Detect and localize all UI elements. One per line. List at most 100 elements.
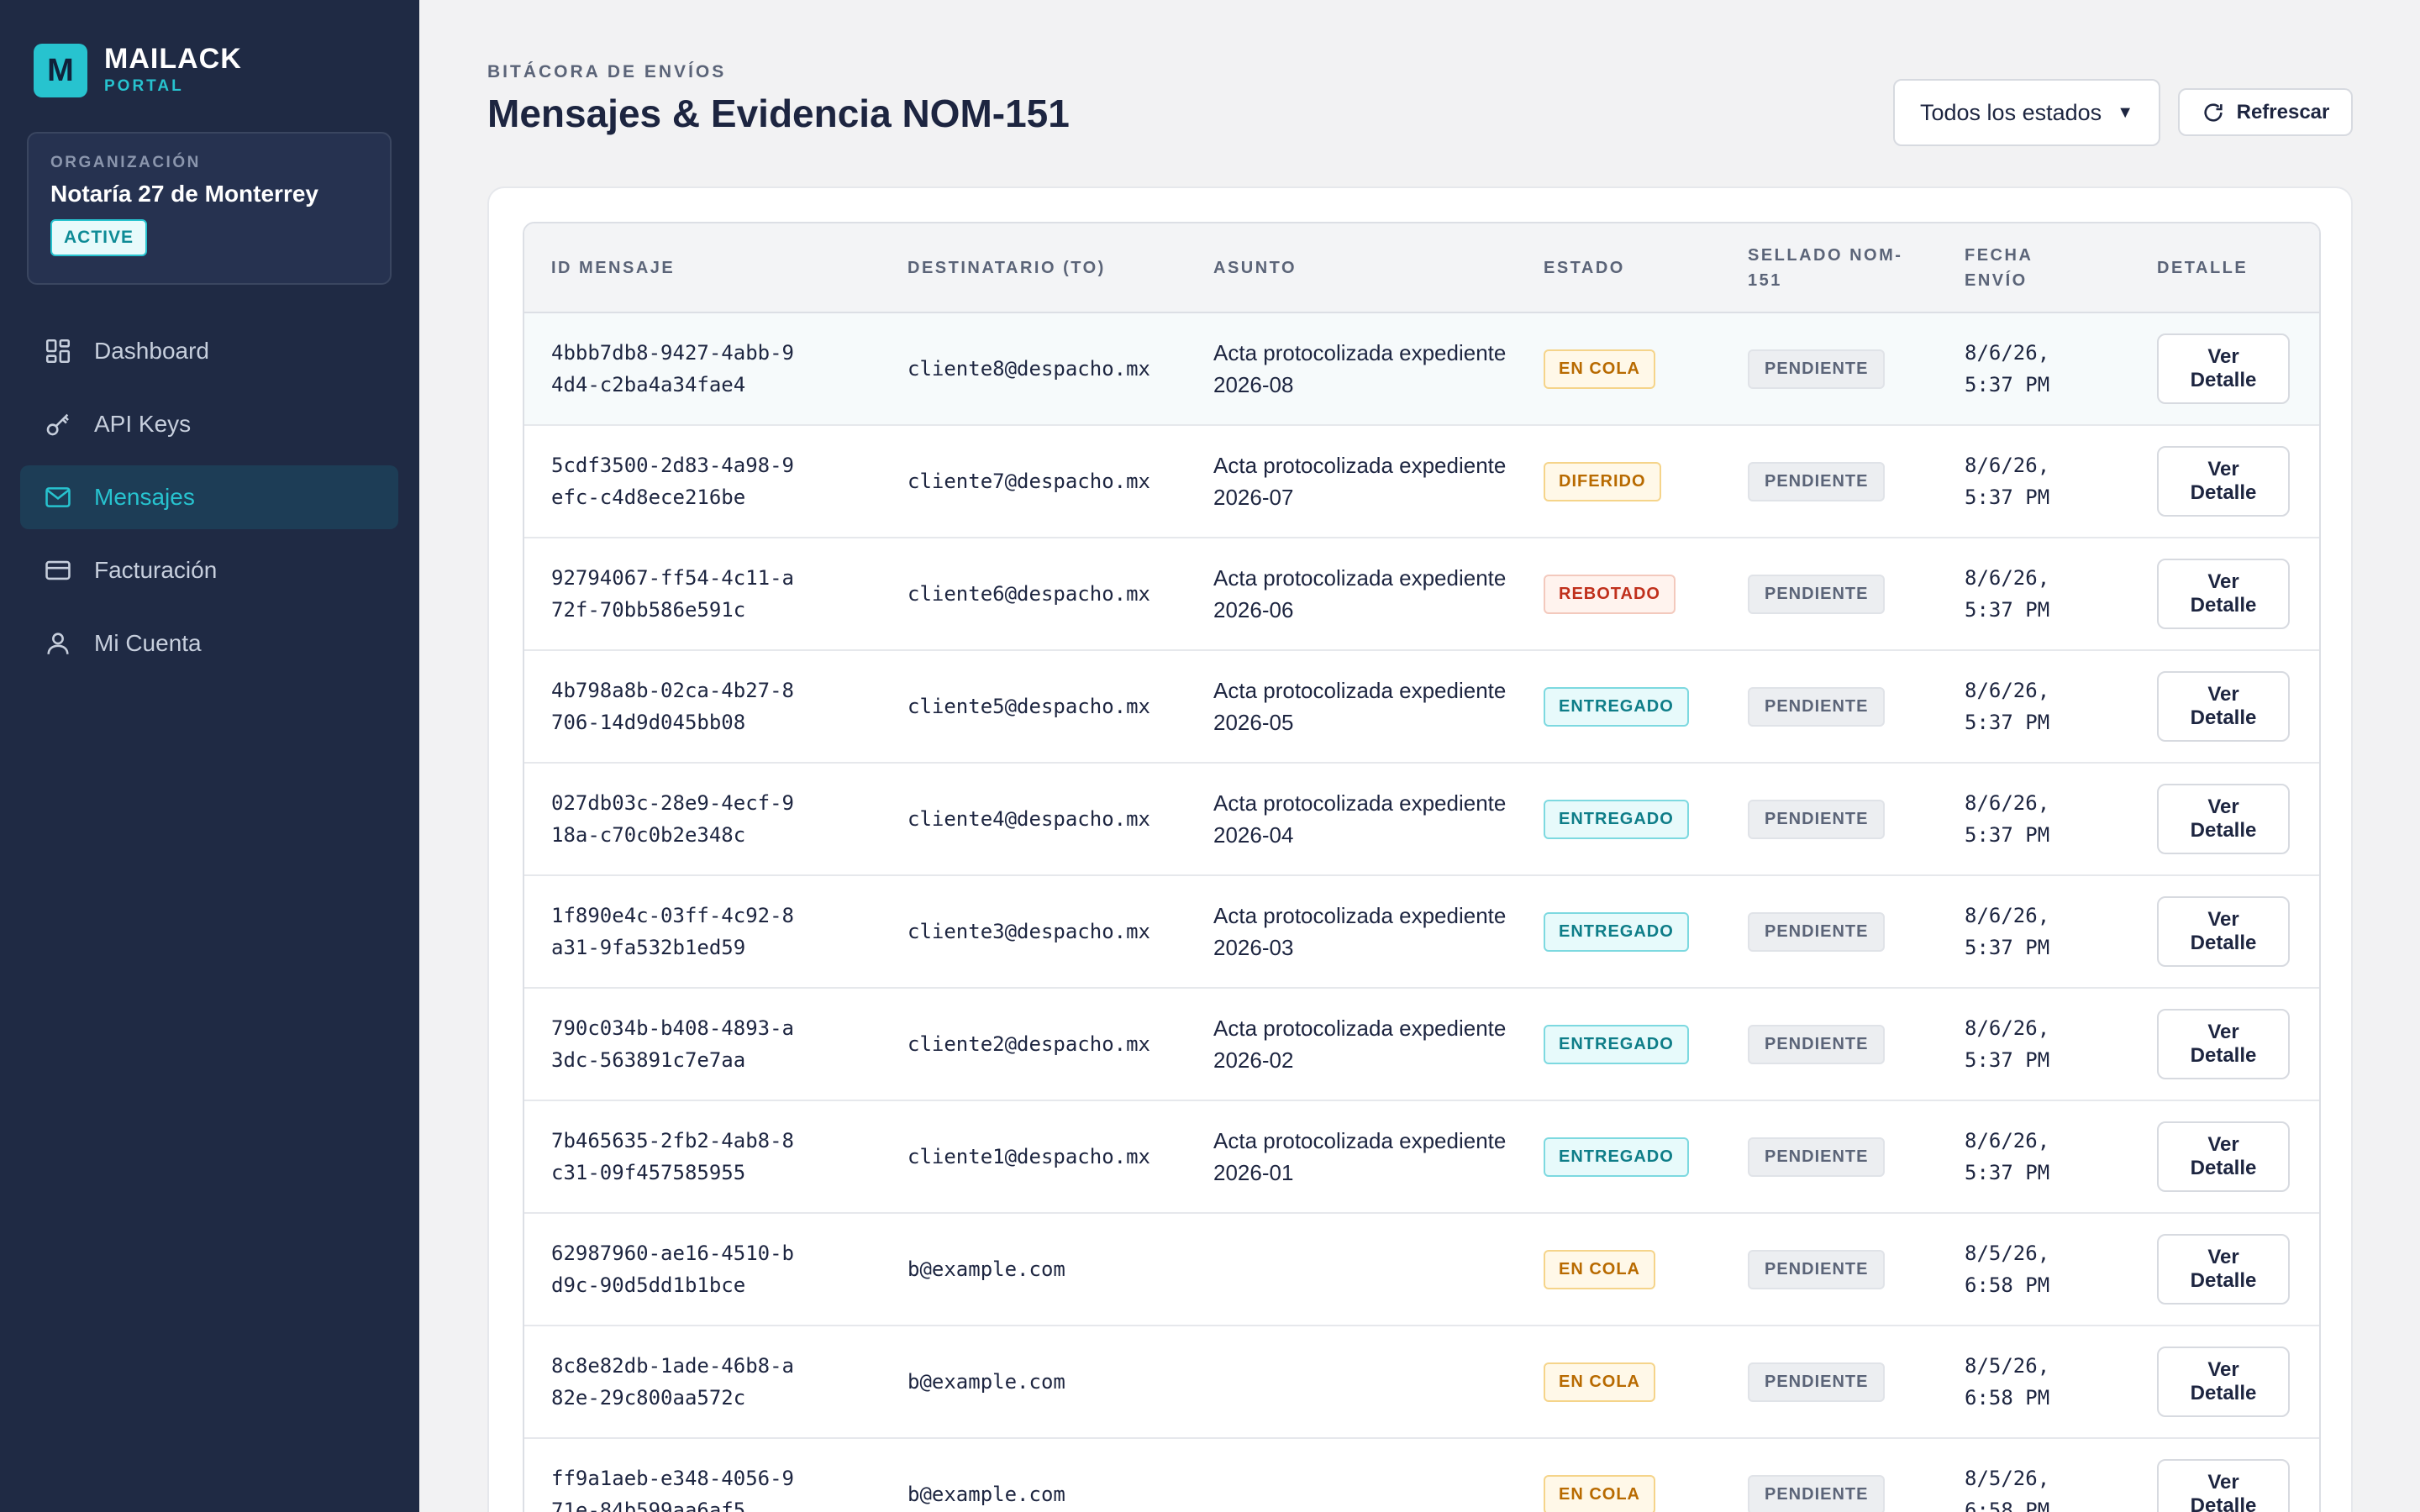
sent-date: 8/6/26, 5:37 PM xyxy=(1965,1016,2050,1072)
sealed-cell: PENDIENTE xyxy=(1721,650,1938,763)
organization-status-badge: ACTIVE xyxy=(50,219,148,256)
sidebar-item-mensajes[interactable]: Mensajes xyxy=(20,465,398,529)
subject-cell: Acta protocolizada expediente 2026-03 xyxy=(1213,903,1507,960)
detail-cell: Ver Detalle xyxy=(2130,1326,2319,1438)
subject-cell xyxy=(1186,1213,1517,1326)
view-detail-button[interactable]: Ver Detalle xyxy=(2157,784,2290,854)
sealed-cell: PENDIENTE xyxy=(1721,988,1938,1100)
subject-cell: Acta protocolizada expediente 2026-06 xyxy=(1213,565,1507,622)
status-cell: EN COLA xyxy=(1517,1438,1721,1512)
status-badge: EN COLA xyxy=(1544,1362,1655,1402)
view-detail-label: Ver Detalle xyxy=(2190,1021,2257,1067)
sealed-cell: PENDIENTE xyxy=(1721,538,1938,650)
view-detail-button[interactable]: Ver Detalle xyxy=(2157,446,2290,517)
date-cell: 8/6/26, 5:37 PM xyxy=(1938,763,2130,875)
message-id: 1f890e4c-03ff-4c92-8a31-9fa532b1ed59 xyxy=(551,904,794,959)
date-cell: 8/6/26, 5:37 PM xyxy=(1938,988,2130,1100)
sealed-badge: PENDIENTE xyxy=(1748,686,1886,727)
detail-cell: Ver Detalle xyxy=(2130,1213,2319,1326)
message-id-cell: 8c8e82db-1ade-46b8-a82e-29c800aa572c xyxy=(524,1326,881,1438)
detail-cell: Ver Detalle xyxy=(2130,425,2319,538)
status-cell: DIFERIDO xyxy=(1517,425,1721,538)
view-detail-label: Ver Detalle xyxy=(2190,458,2257,504)
status-badge: ENTREGADO xyxy=(1544,911,1689,952)
subject-cell xyxy=(1186,1438,1517,1512)
message-id-cell: 62987960-ae16-4510-bd9c-90d5dd1b1bce xyxy=(524,1213,881,1326)
recipient-cell: b@example.com xyxy=(908,1483,1065,1506)
subject-cell: Acta protocolizada expediente 2026-07 xyxy=(1213,453,1507,510)
sidebar-nav: Dashboard API Keys Mensajes Facturación … xyxy=(20,319,398,685)
brand-name: MAILACK xyxy=(104,43,242,75)
message-id: 027db03c-28e9-4ecf-918a-c70c0b2e348c xyxy=(551,791,794,847)
table-row: 790c034b-b408-4893-a3dc-563891c7e7aa clie… xyxy=(524,988,2319,1100)
detail-cell: Ver Detalle xyxy=(2130,538,2319,650)
view-detail-button[interactable]: Ver Detalle xyxy=(2157,896,2290,967)
sealed-cell: PENDIENTE xyxy=(1721,763,1938,875)
brand-subtitle: PORTAL xyxy=(104,77,184,95)
message-id-cell: 7b465635-2fb2-4ab8-8c31-09f457585955 xyxy=(524,1100,881,1213)
detail-cell: Ver Detalle xyxy=(2130,763,2319,875)
status-cell: ENTREGADO xyxy=(1517,650,1721,763)
sealed-badge: PENDIENTE xyxy=(1748,1249,1886,1289)
dashboard-icon xyxy=(44,337,72,365)
status-filter-value: Todos los estados xyxy=(1920,99,2102,125)
refresh-button[interactable]: Refrescar xyxy=(2178,88,2353,136)
status-badge: ENTREGADO xyxy=(1544,799,1689,839)
sealed-cell: PENDIENTE xyxy=(1721,1213,1938,1326)
message-id-cell: 5cdf3500-2d83-4a98-9efc-c4d8ece216be xyxy=(524,425,881,538)
column-header-id: ID MENSAJE xyxy=(524,223,881,313)
recipient-cell: cliente6@despacho.mx xyxy=(908,582,1150,606)
view-detail-button[interactable]: Ver Detalle xyxy=(2157,1459,2290,1512)
recipient-cell: cliente5@despacho.mx xyxy=(908,695,1150,718)
view-detail-button[interactable]: Ver Detalle xyxy=(2157,671,2290,742)
sidebar-item-label: Facturación xyxy=(94,557,218,583)
sealed-cell: PENDIENTE xyxy=(1721,875,1938,988)
view-detail-button[interactable]: Ver Detalle xyxy=(2157,559,2290,629)
sent-date: 8/6/26, 5:37 PM xyxy=(1965,904,2050,959)
view-detail-label: Ver Detalle xyxy=(2190,683,2257,729)
sidebar-item-api-keys[interactable]: API Keys xyxy=(20,392,398,456)
date-cell: 8/6/26, 5:37 PM xyxy=(1938,650,2130,763)
table-row: 8c8e82db-1ade-46b8-a82e-29c800aa572c b@ex… xyxy=(524,1326,2319,1438)
column-header-status: ESTADO xyxy=(1517,223,1721,313)
view-detail-label: Ver Detalle xyxy=(2190,1133,2257,1179)
message-id: 7b465635-2fb2-4ab8-8c31-09f457585955 xyxy=(551,1129,794,1184)
view-detail-button[interactable]: Ver Detalle xyxy=(2157,333,2290,404)
recipient-cell: cliente7@despacho.mx xyxy=(908,470,1150,493)
page-eyebrow: BITÁCORA DE ENVÍOS xyxy=(487,62,727,81)
date-cell: 8/6/26, 5:37 PM xyxy=(1938,875,2130,988)
date-cell: 8/5/26, 6:58 PM xyxy=(1938,1326,2130,1438)
recipient-cell: cliente2@despacho.mx xyxy=(908,1032,1150,1056)
sidebar-item-mi-cuenta[interactable]: Mi Cuenta xyxy=(20,612,398,675)
credit-card-icon xyxy=(44,556,72,585)
message-id: 790c034b-b408-4893-a3dc-563891c7e7aa xyxy=(551,1016,794,1072)
status-cell: ENTREGADO xyxy=(1517,763,1721,875)
sidebar-item-dashboard[interactable]: Dashboard xyxy=(20,319,398,383)
main-content: BITÁCORA DE ENVÍOS Mensajes & Evidencia … xyxy=(419,0,2420,1512)
sent-date: 8/5/26, 6:58 PM xyxy=(1965,1242,2050,1297)
detail-cell: Ver Detalle xyxy=(2130,1100,2319,1213)
view-detail-button[interactable]: Ver Detalle xyxy=(2157,1121,2290,1192)
view-detail-button[interactable]: Ver Detalle xyxy=(2157,1009,2290,1079)
date-cell: 8/6/26, 5:37 PM xyxy=(1938,425,2130,538)
view-detail-label: Ver Detalle xyxy=(2190,345,2257,391)
sealed-badge: PENDIENTE xyxy=(1748,1362,1886,1402)
view-detail-label: Ver Detalle xyxy=(2190,795,2257,842)
sent-date: 8/6/26, 5:37 PM xyxy=(1965,454,2050,509)
status-cell: EN COLA xyxy=(1517,312,1721,425)
sealed-badge: PENDIENTE xyxy=(1748,574,1886,614)
sent-date: 8/6/26, 5:37 PM xyxy=(1965,341,2050,396)
recipient-cell: cliente4@despacho.mx xyxy=(908,807,1150,831)
column-header-detail: DETALLE xyxy=(2130,223,2319,313)
messages-card: ID MENSAJE DESTINATARIO (TO) ASUNTO ESTA… xyxy=(487,186,2353,1512)
view-detail-button[interactable]: Ver Detalle xyxy=(2157,1234,2290,1305)
status-badge: ENTREGADO xyxy=(1544,1024,1689,1064)
recipient-cell: cliente8@despacho.mx xyxy=(908,357,1150,381)
table-row: 7b465635-2fb2-4ab8-8c31-09f457585955 clie… xyxy=(524,1100,2319,1213)
view-detail-label: Ver Detalle xyxy=(2190,908,2257,954)
sidebar-item-facturacion[interactable]: Facturación xyxy=(20,538,398,602)
sent-date: 8/6/26, 5:37 PM xyxy=(1965,1129,2050,1184)
view-detail-button[interactable]: Ver Detalle xyxy=(2157,1347,2290,1417)
view-detail-label: Ver Detalle xyxy=(2190,1246,2257,1292)
status-filter-select[interactable]: Todos los estados ▼ xyxy=(1893,79,2160,146)
